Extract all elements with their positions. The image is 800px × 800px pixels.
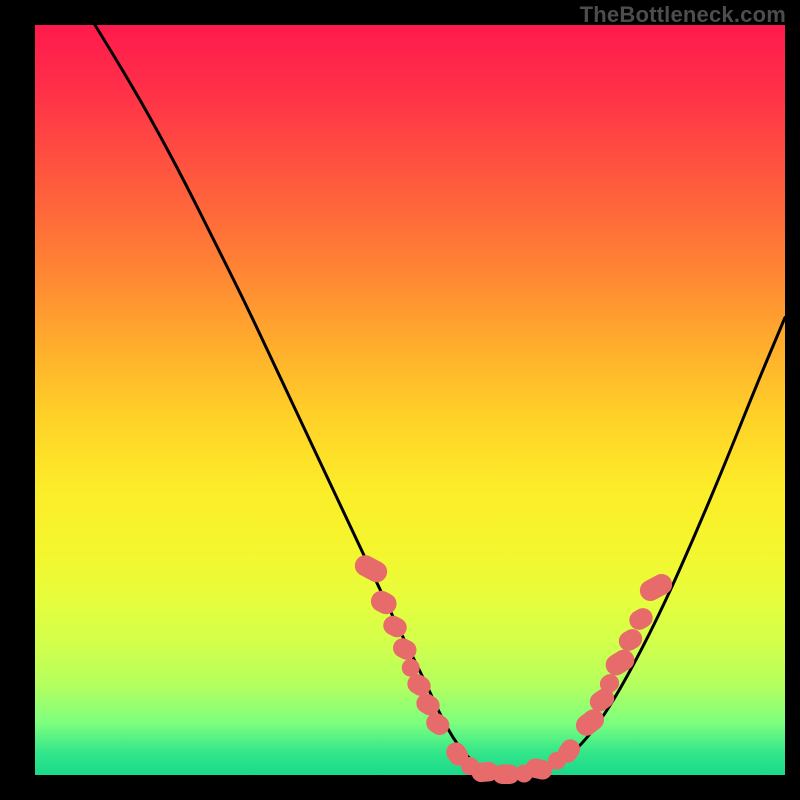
bottleneck-curve	[95, 25, 785, 774]
marker-capsule	[351, 552, 391, 586]
chart-svg	[35, 25, 785, 775]
marker-capsule	[602, 646, 639, 680]
plot-area	[35, 25, 785, 775]
marker-capsule	[380, 612, 410, 640]
curve-layer	[95, 25, 785, 774]
marker-capsule	[367, 587, 400, 618]
marker-layer	[351, 552, 676, 784]
chart-frame: TheBottleneck.com	[0, 0, 800, 800]
marker-capsule	[636, 570, 676, 604]
